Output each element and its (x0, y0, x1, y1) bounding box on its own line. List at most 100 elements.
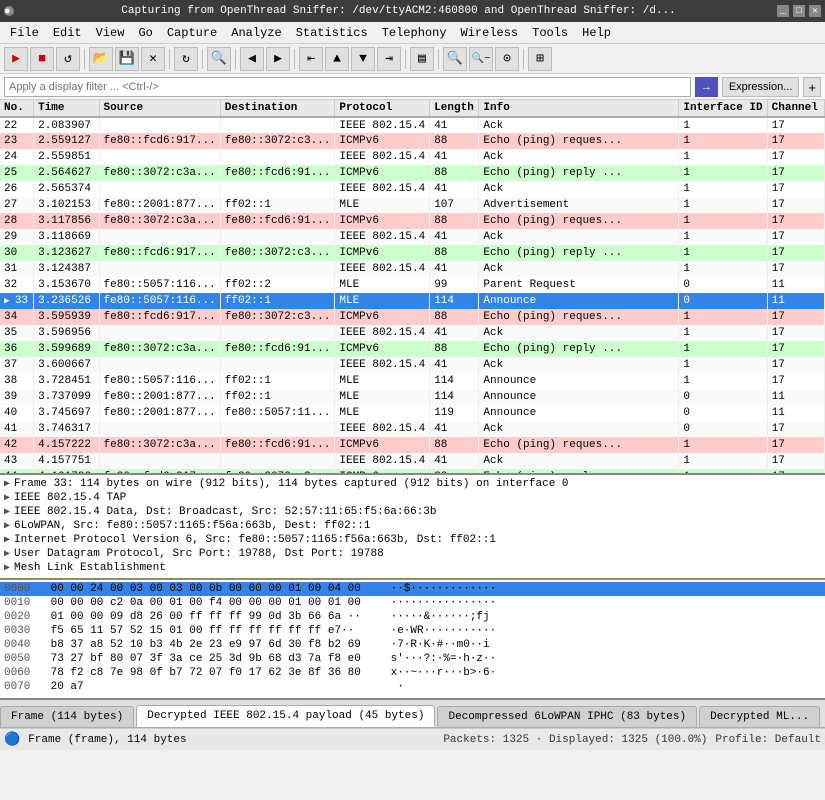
close-button[interactable]: ✕ (809, 5, 821, 17)
table-row[interactable]: 424.157222fe80::3072:c3a...fe80::fcd6:91… (0, 437, 825, 453)
reload-btn[interactable]: ↻ (174, 47, 198, 71)
table-row[interactable]: 242.559851IEEE 802.15.441Ack117 (0, 149, 825, 165)
save-btn[interactable]: 💾 (115, 47, 139, 71)
col-info[interactable]: Info (479, 100, 679, 117)
cell-data: 0 (679, 421, 767, 437)
sep5 (294, 49, 295, 69)
jump-up-btn[interactable]: ▲ (325, 47, 349, 71)
zoom-out-btn[interactable]: 🔍− (469, 47, 493, 71)
table-row[interactable]: 283.117856fe80::3072:c3a...fe80::fcd6:91… (0, 213, 825, 229)
menu-item-statistics[interactable]: Statistics (290, 24, 374, 42)
detail-row[interactable]: ▶Mesh Link Establishment (4, 561, 821, 575)
open-btn[interactable]: 📂 (89, 47, 113, 71)
detail-text: User Datagram Protocol, Src Port: 19788,… (14, 548, 384, 560)
maximize-button[interactable]: □ (793, 5, 805, 17)
col-destination[interactable]: Destination (220, 100, 335, 117)
hex-row[interactable]: 0050 73 27 bf 80 07 3f 3a ce 25 3d 9b 68… (0, 652, 825, 666)
hex-row[interactable]: 0030 f5 65 11 57 52 15 01 00 ff ff ff ff… (0, 624, 825, 638)
table-row[interactable]: 222.083907IEEE 802.15.441Ack117 (0, 117, 825, 133)
col-length[interactable]: Length (430, 100, 479, 117)
filter-input[interactable] (4, 77, 691, 97)
table-row[interactable]: 252.564627fe80::3072:c3a...fe80::fcd6:91… (0, 165, 825, 181)
filter-add-button[interactable]: + (803, 77, 821, 97)
table-row[interactable]: 262.565374IEEE 802.15.441Ack117 (0, 181, 825, 197)
table-row[interactable]: 303.123627fe80::fcd6:917...fe80::3072:c3… (0, 245, 825, 261)
table-row[interactable]: 413.746317IEEE 802.15.441Ack017 (0, 421, 825, 437)
col-protocol[interactable]: Protocol (335, 100, 430, 117)
table-row[interactable]: 353.596956IEEE 802.15.441Ack117 (0, 325, 825, 341)
hex-row[interactable]: 0040 b8 37 a8 52 10 b3 4b 2e 23 e9 97 6d… (0, 638, 825, 652)
close-btn[interactable]: ✕ (141, 47, 165, 71)
jump-last-btn[interactable]: ⇥ (377, 47, 401, 71)
table-row[interactable]: 313.124387IEEE 802.15.441Ack117 (0, 261, 825, 277)
menu-item-help[interactable]: Help (576, 24, 617, 42)
filter-apply-button[interactable]: → (695, 77, 718, 97)
col-channel[interactable]: Channel (767, 100, 824, 117)
menu-item-capture[interactable]: Capture (161, 24, 223, 42)
table-row[interactable]: 293.118669IEEE 802.15.441Ack117 (0, 229, 825, 245)
menu-item-go[interactable]: Go (132, 24, 158, 42)
menu-item-edit[interactable]: Edit (47, 24, 88, 42)
detail-row[interactable]: ▶6LoWPAN, Src: fe80::5057:1165:f56a:663b… (4, 519, 821, 533)
cell-no: 22 (0, 117, 34, 133)
menu-item-view[interactable]: View (90, 24, 131, 42)
cell-data (99, 181, 220, 197)
cell-data: 1 (679, 261, 767, 277)
cell-data: 41 (430, 421, 479, 437)
table-row[interactable]: 393.737099fe80::2001:877...ff02::1MLE114… (0, 389, 825, 405)
find-btn[interactable]: 🔍 (207, 47, 231, 71)
table-row[interactable]: 383.728451fe80::5057:116...ff02::1MLE114… (0, 373, 825, 389)
table-row[interactable]: ▶ 333.236526fe80::5057:116...ff02::1MLE1… (0, 293, 825, 309)
detail-row[interactable]: ▶IEEE 802.15.4 TAP (4, 491, 821, 505)
prev-btn[interactable]: ◀ (240, 47, 264, 71)
zoom-reset-btn[interactable]: ⊙ (495, 47, 519, 71)
jump-down-btn[interactable]: ▼ (351, 47, 375, 71)
cell-data: fe80::3072:c3a... (99, 165, 220, 181)
bottom-tab-0[interactable]: Frame (114 bytes) (0, 706, 134, 727)
detail-row[interactable]: ▶Internet Protocol Version 6, Src: fe80:… (4, 533, 821, 547)
table-row[interactable]: 232.559127fe80::fcd6:917...fe80::3072:c3… (0, 133, 825, 149)
col-time[interactable]: Time (34, 100, 99, 117)
col-interface-id[interactable]: Interface ID (679, 100, 767, 117)
table-row[interactable]: 363.599689fe80::3072:c3a...fe80::fcd6:91… (0, 341, 825, 357)
bottom-tab-2[interactable]: Decompressed 6LoWPAN IPHC (83 bytes) (437, 706, 697, 727)
table-row[interactable]: 273.102153fe80::2001:877...ff02::1MLE107… (0, 197, 825, 213)
resize-cols-btn[interactable]: ⊞ (528, 47, 552, 71)
next-btn[interactable]: ▶ (266, 47, 290, 71)
restart-btn[interactable]: ↺ (56, 47, 80, 71)
col-source[interactable]: Source (99, 100, 220, 117)
menu-item-tools[interactable]: Tools (526, 24, 574, 42)
cell-data: 114 (430, 389, 479, 405)
table-row[interactable]: 343.595939fe80::fcd6:917...fe80::3072:c3… (0, 309, 825, 325)
colorize-btn[interactable]: ▤ (410, 47, 434, 71)
bottom-tabs: Frame (114 bytes)Decrypted IEEE 802.15.4… (0, 700, 825, 728)
hex-offset: 0030 (4, 624, 44, 638)
cell-data (220, 421, 335, 437)
cell-data: fe80::2001:877... (99, 197, 220, 213)
zoom-in-btn[interactable]: 🔍 (443, 47, 467, 71)
table-row[interactable]: 403.745697fe80::2001:877...fe80::5057:11… (0, 405, 825, 421)
hex-row[interactable]: 0000 00 00 24 00 03 00 03 00 0b 00 00 00… (0, 582, 825, 596)
filter-expression-button[interactable]: Expression... (722, 77, 800, 97)
hex-row[interactable]: 0070 20 a7 · (0, 680, 825, 694)
col-no[interactable]: No. (0, 100, 34, 117)
bottom-tab-3[interactable]: Decrypted ML... (699, 706, 820, 727)
menu-item-wireless[interactable]: Wireless (455, 24, 525, 42)
bottom-tab-1[interactable]: Decrypted IEEE 802.15.4 payload (45 byte… (136, 705, 435, 727)
start-btn[interactable]: ▶ (4, 47, 28, 71)
stop-btn[interactable]: ■ (30, 47, 54, 71)
jump-first-btn[interactable]: ⇤ (299, 47, 323, 71)
table-row[interactable]: 373.600667IEEE 802.15.441Ack117 (0, 357, 825, 373)
menu-item-analyze[interactable]: Analyze (225, 24, 287, 42)
hex-row[interactable]: 0060 78 f2 c8 7e 98 0f b7 72 07 f0 17 62… (0, 666, 825, 680)
menu-item-telephony[interactable]: Telephony (376, 24, 453, 42)
detail-row[interactable]: ▶User Datagram Protocol, Src Port: 19788… (4, 547, 821, 561)
table-row[interactable]: 434.157751IEEE 802.15.441Ack117 (0, 453, 825, 469)
table-row[interactable]: 323.153670fe80::5057:116...ff02::2MLE99P… (0, 277, 825, 293)
minimize-button[interactable]: _ (777, 5, 789, 17)
hex-row[interactable]: 0020 01 00 00 09 d8 26 00 ff ff ff 99 0d… (0, 610, 825, 624)
hex-row[interactable]: 0010 00 00 00 c2 0a 00 01 00 f4 00 00 00… (0, 596, 825, 610)
detail-row[interactable]: ▶IEEE 802.15.4 Data, Dst: Broadcast, Src… (4, 505, 821, 519)
menu-item-file[interactable]: File (4, 24, 45, 42)
detail-row[interactable]: ▶Frame 33: 114 bytes on wire (912 bits),… (4, 477, 821, 491)
